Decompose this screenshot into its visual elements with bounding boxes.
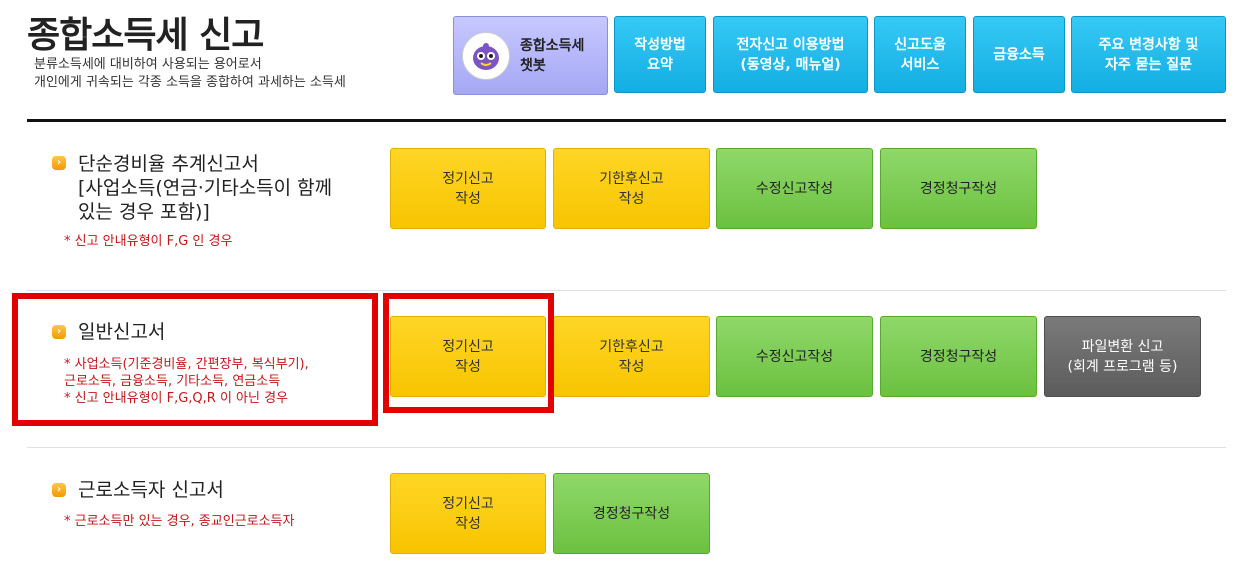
arrow-right-icon: ›: [52, 483, 66, 497]
how-to-write-label: 작성방법 요약: [634, 36, 686, 73]
general-refund-claim-button[interactable]: 경정청구작성: [880, 316, 1037, 397]
section-note-earned: * 근로소득만 있는 경우, 종교인근로소득자: [64, 514, 295, 529]
general-late-filing-button[interactable]: 기한후신고 작성: [553, 316, 710, 397]
section-divider: [27, 290, 1226, 291]
page-description-line2: 개인에게 귀속되는 각종 소득을 종합하여 과세하는 소득세: [34, 75, 346, 90]
simple-amend-filing-button[interactable]: 수정신고작성: [716, 148, 873, 229]
chatbot-button[interactable]: 종합소득세 챗봇: [453, 16, 608, 95]
earned-regular-filing-button[interactable]: 정기신고 작성: [390, 473, 546, 554]
earned-refund-claim-button[interactable]: 경정청구작성: [553, 473, 710, 554]
simple-late-filing-button[interactable]: 기한후신고 작성: [553, 148, 710, 229]
filing-help-button[interactable]: 신고도움 서비스: [874, 16, 966, 93]
arrow-right-icon: ›: [52, 156, 66, 170]
page-title: 종합소득세 신고: [27, 15, 264, 56]
highlight-box-general-section: [12, 293, 378, 426]
financial-income-button[interactable]: 금융소득: [973, 16, 1065, 93]
e-filing-guide-button[interactable]: 전자신고 이용방법 (동영상, 매뉴얼): [713, 16, 868, 93]
chatbot-icon: [462, 31, 510, 80]
simple-refund-claim-button[interactable]: 경정청구작성: [880, 148, 1037, 229]
changes-faq-button[interactable]: 주요 변경사항 및 자주 묻는 질문: [1071, 16, 1226, 93]
chatbot-label: 종합소득세 챗봇: [520, 37, 585, 74]
section-title-earned: 근로소득자 신고서: [78, 479, 224, 501]
section-divider: [27, 447, 1226, 448]
section-title-simple: 단순경비율 추계신고서 [사업소득(연금·기타소득이 함께 있는 경우 포함)]: [78, 153, 333, 223]
header-divider: [27, 119, 1226, 122]
changes-faq-label: 주요 변경사항 및 자주 묻는 질문: [1098, 36, 1199, 73]
e-filing-guide-label: 전자신고 이용방법 (동영상, 매뉴얼): [736, 36, 845, 73]
financial-income-label: 금융소득: [993, 46, 1045, 63]
page-description-line1: 분류소득세에 대비하여 사용되는 용어로서: [34, 57, 262, 72]
general-amend-filing-button[interactable]: 수정신고작성: [716, 316, 873, 397]
highlight-box-regular-filing: [383, 293, 554, 413]
file-convert-filing-button[interactable]: 파일변환 신고 (회계 프로그램 등): [1044, 316, 1201, 397]
how-to-write-button[interactable]: 작성방법 요약: [614, 16, 706, 93]
filing-help-label: 신고도움 서비스: [894, 36, 946, 73]
section-note-simple: * 신고 안내유형이 F,G 인 경우: [64, 234, 233, 249]
simple-regular-filing-button[interactable]: 정기신고 작성: [390, 148, 546, 229]
